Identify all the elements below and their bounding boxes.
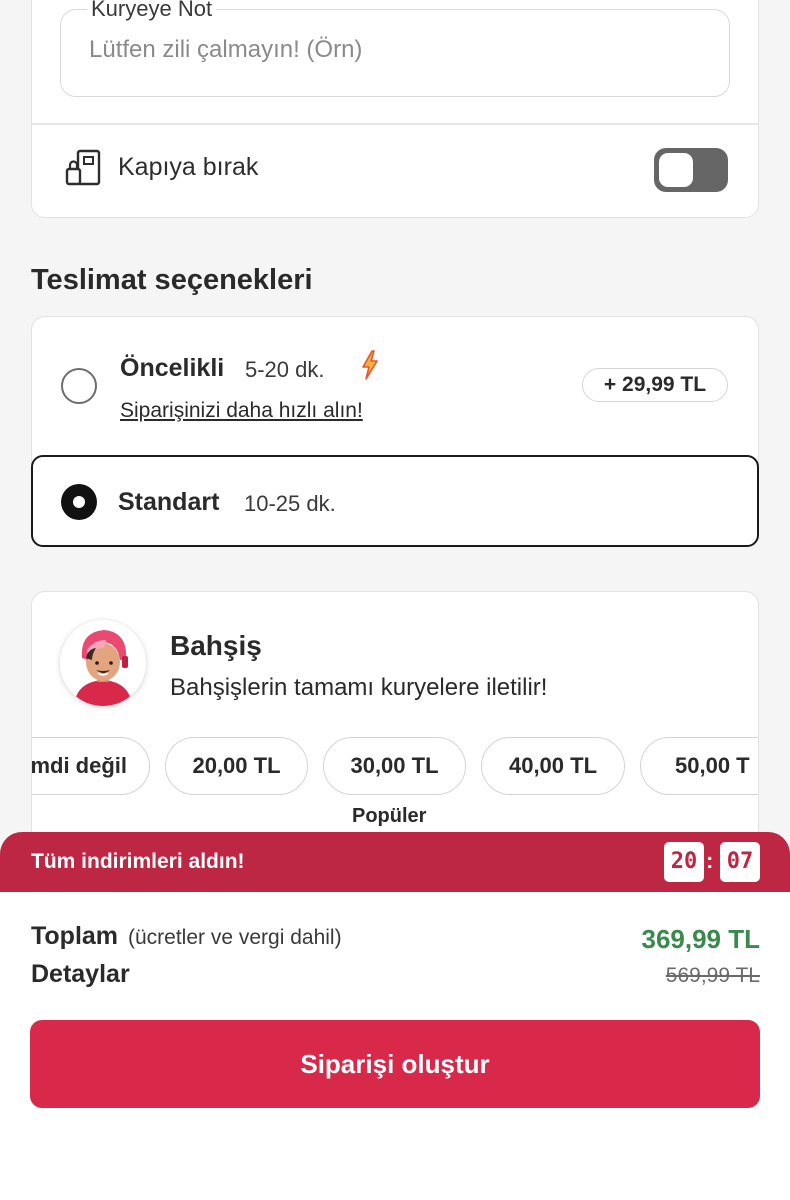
tip-option-50[interactable]: 50,00 T [640,737,758,795]
standard-radio[interactable] [61,484,97,520]
courier-note-field[interactable]: Kuryeye Not [60,0,730,97]
discount-banner: Tüm indirimleri aldın! 20 : 07 [0,832,790,892]
tip-subtitle: Bahşişlerin tamamı kuryelere iletilir! [170,674,548,701]
courier-note-input[interactable] [89,36,689,64]
door-package-icon [65,149,101,186]
popular-label: Popüler [352,805,427,827]
tip-options: mdi değil 20,00 TL 30,00 TL 40,00 TL 50,… [32,737,758,797]
delivery-option-standard[interactable]: Standart 10-25 dk. [31,455,759,547]
standard-name: Standart [118,488,220,516]
courier-note-card: Kuryeye Not Kapıya bırak [31,0,759,218]
priority-time: 5-20 dk. [245,357,325,382]
tip-option-none[interactable]: mdi değil [32,737,150,795]
divider [32,123,758,125]
timer-minutes: 20 [664,842,704,882]
tip-option-20[interactable]: 20,00 TL [165,737,308,795]
total-label: Toplam [31,922,119,950]
standard-time: 10-25 dk. [244,491,336,516]
leave-at-door-toggle[interactable] [654,148,728,192]
priority-name: Öncelikli [120,354,225,382]
toggle-knob [659,153,693,187]
original-price: 569,99 TL [665,964,760,987]
priority-radio[interactable] [61,368,97,404]
priority-price-badge: + 29,99 TL [582,368,728,402]
courier-illustration [74,630,132,706]
lightning-icon [362,350,378,380]
tip-option-30[interactable]: 30,00 TL [323,737,466,795]
timer-separator: : [706,848,714,873]
order-summary: Toplam (ücretler ve vergi dahil) Detayla… [0,892,790,1200]
delivery-options-card: Öncelikli 5-20 dk. Siparişinizi daha hız… [31,316,759,547]
courier-avatar [60,620,146,706]
details-link[interactable]: Detaylar [31,960,130,989]
timer-seconds: 07 [720,842,760,882]
create-order-button[interactable]: Siparişi oluştur [30,1020,760,1108]
courier-note-label: Kuryeye Not [87,0,217,24]
total-note: (ücretler ve vergi dahil) [128,926,342,949]
discount-banner-text: Tüm indirimleri aldın! [31,850,245,873]
priority-subtitle-link[interactable]: Siparişinizi daha hızlı alın! [120,399,363,423]
tip-option-40[interactable]: 40,00 TL [481,737,625,795]
delivery-options-title: Teslimat seçenekleri [31,264,313,296]
total-price: 369,99 TL [641,924,760,954]
tip-title: Bahşiş [170,630,262,661]
tip-card: Bahşiş Bahşişlerin tamamı kuryelere ilet… [31,591,759,851]
leave-at-door-label: Kapıya bırak [118,153,259,181]
